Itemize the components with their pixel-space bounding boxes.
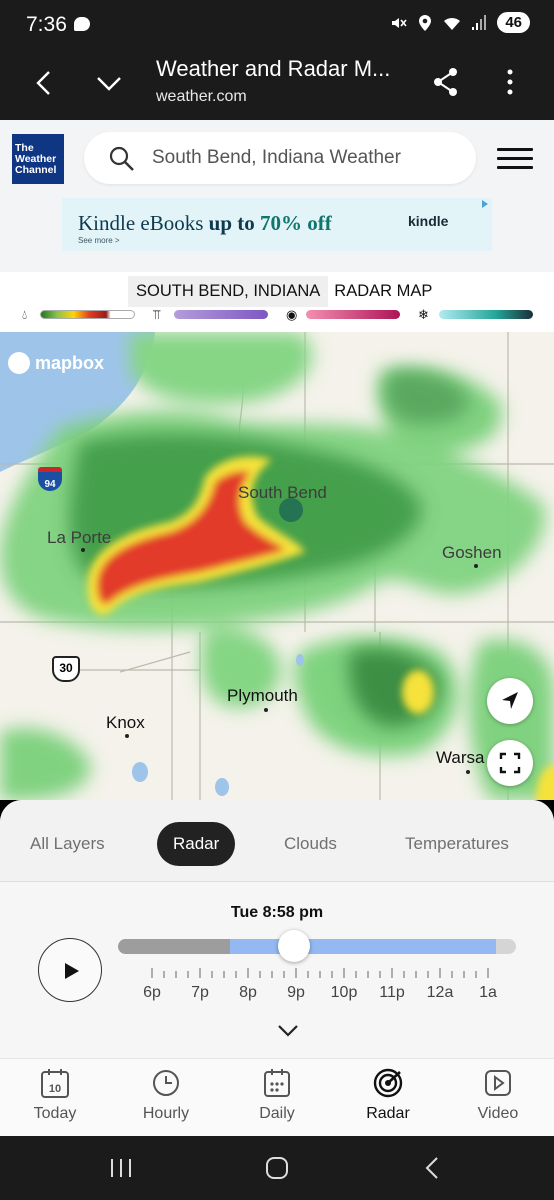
timeline-ticks <box>151 968 489 978</box>
locate-me-button[interactable] <box>487 678 533 724</box>
timeline-hour-label[interactable]: 8p <box>228 984 268 1002</box>
place-label: La Porte <box>47 528 112 547</box>
status-bar: 7:36 46 <box>0 0 554 50</box>
weather-channel-logo[interactable]: The Weather Channel <box>12 134 64 184</box>
calendar-icon: 10 <box>41 1069 69 1098</box>
timeline-slider-handle[interactable] <box>278 930 310 962</box>
place-label: Warsa <box>436 748 485 767</box>
svg-text:10: 10 <box>49 1083 61 1095</box>
timeline-hour-label[interactable]: 6p <box>132 984 172 1002</box>
tab-all-layers[interactable]: All Layers <box>30 834 105 854</box>
map-controls-panel: All Layers Radar Clouds Temperatures Tue… <box>0 800 554 1058</box>
timeline-track-past[interactable] <box>118 939 230 954</box>
us-route-30-shield: 30 <box>52 656 80 682</box>
battery-indicator: 46 <box>497 12 530 33</box>
calendar-grid-icon <box>264 1069 290 1097</box>
cell-signal-icon <box>472 14 487 30</box>
timeline-hour-label[interactable]: 1a <box>468 984 508 1002</box>
wifi-icon <box>444 17 461 30</box>
timeline-track-future[interactable] <box>230 939 496 954</box>
place-label: South Bend <box>238 483 327 502</box>
mapbox-attribution[interactable]: mapbox <box>8 352 104 374</box>
mapbox-logo-icon <box>8 352 30 374</box>
navigation-arrow-icon <box>502 692 518 709</box>
timeline: Tue 8:58 pm 6p 7p 8p 9p 10p 11p 12a 1a <box>0 882 554 1058</box>
nav-daily[interactable]: Daily <box>237 1067 317 1123</box>
page-title: Weather and Radar M... <box>156 56 391 81</box>
timeline-hour-label[interactable]: 11p <box>372 984 412 1002</box>
place-label: Plymouth <box>227 686 298 705</box>
message-notification-icon <box>74 17 90 31</box>
collapse-chevron-icon[interactable] <box>276 1022 300 1038</box>
recent-apps-icon[interactable] <box>108 1156 134 1180</box>
search-icon <box>109 146 134 171</box>
radar-map-label: RADAR MAP <box>334 281 433 300</box>
more-options-icon[interactable] <box>500 68 520 96</box>
hamburger-menu-icon[interactable] <box>497 148 533 170</box>
radar-title: SOUTH BEND, INDIANA RADAR MAP <box>128 275 433 307</box>
play-button[interactable] <box>38 938 102 1002</box>
nav-today[interactable]: 10 Today <box>15 1067 95 1123</box>
tab-radar[interactable]: Radar <box>157 822 236 866</box>
ice-icon: ⫪ <box>153 307 161 322</box>
snow-scale <box>439 310 533 319</box>
fullscreen-button[interactable] <box>487 740 533 786</box>
radar-city: SOUTH BEND, INDIANA <box>128 275 329 307</box>
rain-scale <box>40 310 135 319</box>
rain-drop-icon: 💧︎ <box>22 307 28 322</box>
play-icon <box>65 963 79 979</box>
mute-icon <box>392 17 407 28</box>
clock-icon <box>153 1070 179 1096</box>
radar-map[interactable]: mapbox 94 30 South Bend La Porte Goshen … <box>0 332 554 800</box>
ad-brand-logo: kindle <box>408 213 449 229</box>
location-icon <box>419 14 432 31</box>
bottom-navigation: 10 Today Hourly Daily Radar Video <box>0 1058 554 1136</box>
back-arrow-icon[interactable] <box>30 68 60 98</box>
mixed-icon: ◉ <box>286 307 298 322</box>
system-back-icon[interactable] <box>420 1156 446 1180</box>
page-url: weather.com <box>156 88 247 105</box>
timeline-hour-label[interactable]: 7p <box>180 984 220 1002</box>
radar-legend: SOUTH BEND, INDIANA RADAR MAP 💧︎ ⫪ ◉ ❄ <box>0 272 554 332</box>
timeline-track-end[interactable] <box>496 939 516 954</box>
nav-hourly[interactable]: Hourly <box>126 1067 206 1123</box>
site-header: The Weather Channel South Bend, Indiana … <box>0 120 554 272</box>
search-box[interactable]: South Bend, Indiana Weather <box>84 132 476 184</box>
search-input[interactable]: South Bend, Indiana Weather <box>152 147 401 169</box>
map-canvas <box>0 332 554 800</box>
timeline-hour-label[interactable]: 9p <box>276 984 316 1002</box>
minimize-chevron-icon[interactable] <box>94 68 124 98</box>
ad-see-more-link[interactable]: See more > <box>78 236 120 245</box>
share-icon[interactable] <box>432 66 460 98</box>
timeline-hour-label[interactable]: 10p <box>324 984 364 1002</box>
radar-icon <box>373 1068 403 1098</box>
video-play-icon <box>485 1070 511 1096</box>
mix-scale <box>306 310 400 319</box>
layer-tabs: All Layers Radar Clouds Temperatures <box>0 800 554 882</box>
status-time: 7:36 <box>26 13 67 36</box>
system-navigation-bar <box>0 1136 554 1200</box>
current-time-label: Tue 8:58 pm <box>230 904 324 921</box>
timeline-hour-label[interactable]: 12a <box>420 984 460 1002</box>
interstate-94-shield: 94 <box>38 467 62 491</box>
browser-toolbar: Weather and Radar M... weather.com <box>0 50 554 120</box>
fullscreen-icon <box>499 752 521 774</box>
nav-radar[interactable]: Radar <box>348 1067 428 1123</box>
place-label: Goshen <box>442 543 502 562</box>
home-icon[interactable] <box>264 1156 290 1180</box>
tab-temperatures[interactable]: Temperatures <box>405 834 509 854</box>
status-icons: 46 <box>389 12 530 33</box>
nav-video[interactable]: Video <box>458 1067 538 1123</box>
place-label: Knox <box>106 713 145 732</box>
tab-clouds[interactable]: Clouds <box>284 834 337 854</box>
ad-banner[interactable]: Kindle eBooks up to 70% off See more > k… <box>62 198 492 251</box>
ice-scale <box>174 310 268 319</box>
adchoices-icon[interactable] <box>482 200 488 208</box>
snowflake-icon: ❄ <box>418 307 429 322</box>
ad-headline: Kindle eBooks up to 70% off <box>78 211 332 235</box>
